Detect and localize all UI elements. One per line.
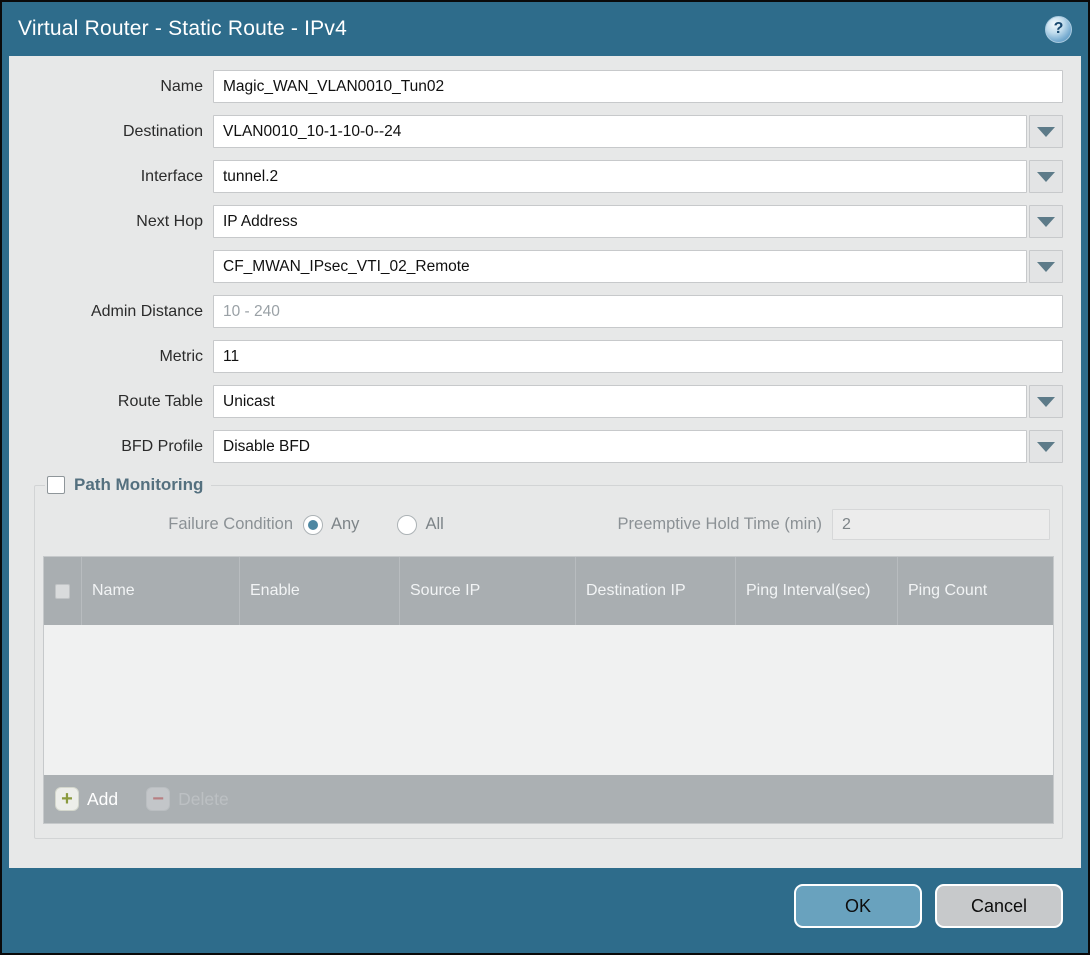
route-table-input[interactable] [213, 385, 1027, 418]
name-input[interactable] [213, 70, 1063, 103]
interface-row: Interface [19, 160, 1063, 193]
delete-button-label: Delete [178, 789, 229, 810]
dialog-footer: OK Cancel [2, 868, 1088, 953]
next-hop-row: Next Hop [19, 205, 1063, 238]
admin-distance-input[interactable] [213, 295, 1063, 328]
next-hop-address-dropdown-button[interactable] [1029, 250, 1063, 283]
destination-dropdown-button[interactable] [1029, 115, 1063, 148]
add-button-label: Add [87, 789, 118, 810]
next-hop-address-input[interactable] [213, 250, 1027, 283]
static-route-dialog: Virtual Router - Static Route - IPv4 ? N… [0, 0, 1090, 955]
chevron-down-icon [1037, 262, 1055, 272]
failure-condition-any-label: Any [331, 515, 359, 534]
path-monitoring-table: Name Enable Source IP Destination IP Pin… [43, 556, 1054, 824]
metric-row: Metric [19, 340, 1063, 373]
metric-label: Metric [19, 348, 213, 366]
bfd-profile-dropdown-button[interactable] [1029, 430, 1063, 463]
dialog-titlebar: Virtual Router - Static Route - IPv4 ? [2, 2, 1088, 56]
failure-condition-any-option[interactable]: Any [303, 515, 359, 535]
preemptive-hold-time-group: Preemptive Hold Time (min) [618, 509, 1050, 540]
admin-distance-label: Admin Distance [19, 303, 213, 321]
column-header-ping-count: Ping Count [898, 557, 1053, 625]
destination-row: Destination [19, 115, 1063, 148]
plus-icon: + [55, 787, 79, 811]
column-header-ping-interval: Ping Interval(sec) [736, 557, 898, 625]
route-table-dropdown-button[interactable] [1029, 385, 1063, 418]
radio-selected-icon [303, 515, 323, 535]
bfd-profile-label: BFD Profile [19, 438, 213, 456]
column-header-enable: Enable [240, 557, 400, 625]
ok-button[interactable]: OK [794, 884, 922, 928]
interface-dropdown-button[interactable] [1029, 160, 1063, 193]
admin-distance-row: Admin Distance [19, 295, 1063, 328]
next-hop-type-dropdown-button[interactable] [1029, 205, 1063, 238]
select-all-checkbox[interactable] [55, 584, 70, 599]
help-icon[interactable]: ? [1045, 16, 1072, 43]
path-monitoring-title: Path Monitoring [74, 475, 203, 495]
path-monitoring-legend: Path Monitoring [45, 475, 211, 495]
path-monitoring-checkbox[interactable] [47, 476, 65, 494]
next-hop-type-input[interactable] [213, 205, 1027, 238]
interface-label: Interface [19, 168, 213, 186]
failure-condition-radio-group: Any All [303, 515, 444, 535]
route-table-label: Route Table [19, 393, 213, 411]
failure-condition-row: Failure Condition Any All Preemptive Hol… [43, 509, 1054, 540]
table-select-all-cell [44, 557, 82, 625]
failure-condition-label: Failure Condition [43, 515, 303, 534]
name-label: Name [19, 78, 213, 96]
metric-input[interactable] [213, 340, 1063, 373]
preemptive-hold-time-label: Preemptive Hold Time (min) [618, 515, 832, 534]
chevron-down-icon [1037, 172, 1055, 182]
chevron-down-icon [1037, 442, 1055, 452]
radio-unselected-icon [397, 515, 417, 535]
failure-condition-all-option[interactable]: All [397, 515, 443, 535]
route-table-row: Route Table [19, 385, 1063, 418]
cancel-button[interactable]: Cancel [935, 884, 1063, 928]
destination-label: Destination [19, 123, 213, 141]
failure-condition-all-label: All [425, 515, 443, 534]
column-header-name: Name [82, 557, 240, 625]
destination-input[interactable] [213, 115, 1027, 148]
bfd-profile-input[interactable] [213, 430, 1027, 463]
add-button[interactable]: + Add [55, 787, 118, 811]
interface-input[interactable] [213, 160, 1027, 193]
bfd-profile-row: BFD Profile [19, 430, 1063, 463]
name-row: Name [19, 70, 1063, 103]
delete-button[interactable]: − Delete [146, 787, 229, 811]
dialog-content: Name Destination Interface [9, 56, 1081, 868]
next-hop-label: Next Hop [19, 213, 213, 231]
column-header-destination-ip: Destination IP [576, 557, 736, 625]
table-toolbar: + Add − Delete [44, 775, 1053, 823]
chevron-down-icon [1037, 127, 1055, 137]
next-hop-address-row [19, 250, 1063, 283]
preemptive-hold-time-input[interactable] [832, 509, 1050, 540]
path-monitoring-section: Path Monitoring Failure Condition Any Al… [34, 475, 1063, 839]
column-header-source-ip: Source IP [400, 557, 576, 625]
dialog-title: Virtual Router - Static Route - IPv4 [18, 17, 347, 41]
chevron-down-icon [1037, 217, 1055, 227]
table-body-empty [44, 625, 1053, 775]
table-header-row: Name Enable Source IP Destination IP Pin… [44, 557, 1053, 625]
minus-icon: − [146, 787, 170, 811]
chevron-down-icon [1037, 397, 1055, 407]
